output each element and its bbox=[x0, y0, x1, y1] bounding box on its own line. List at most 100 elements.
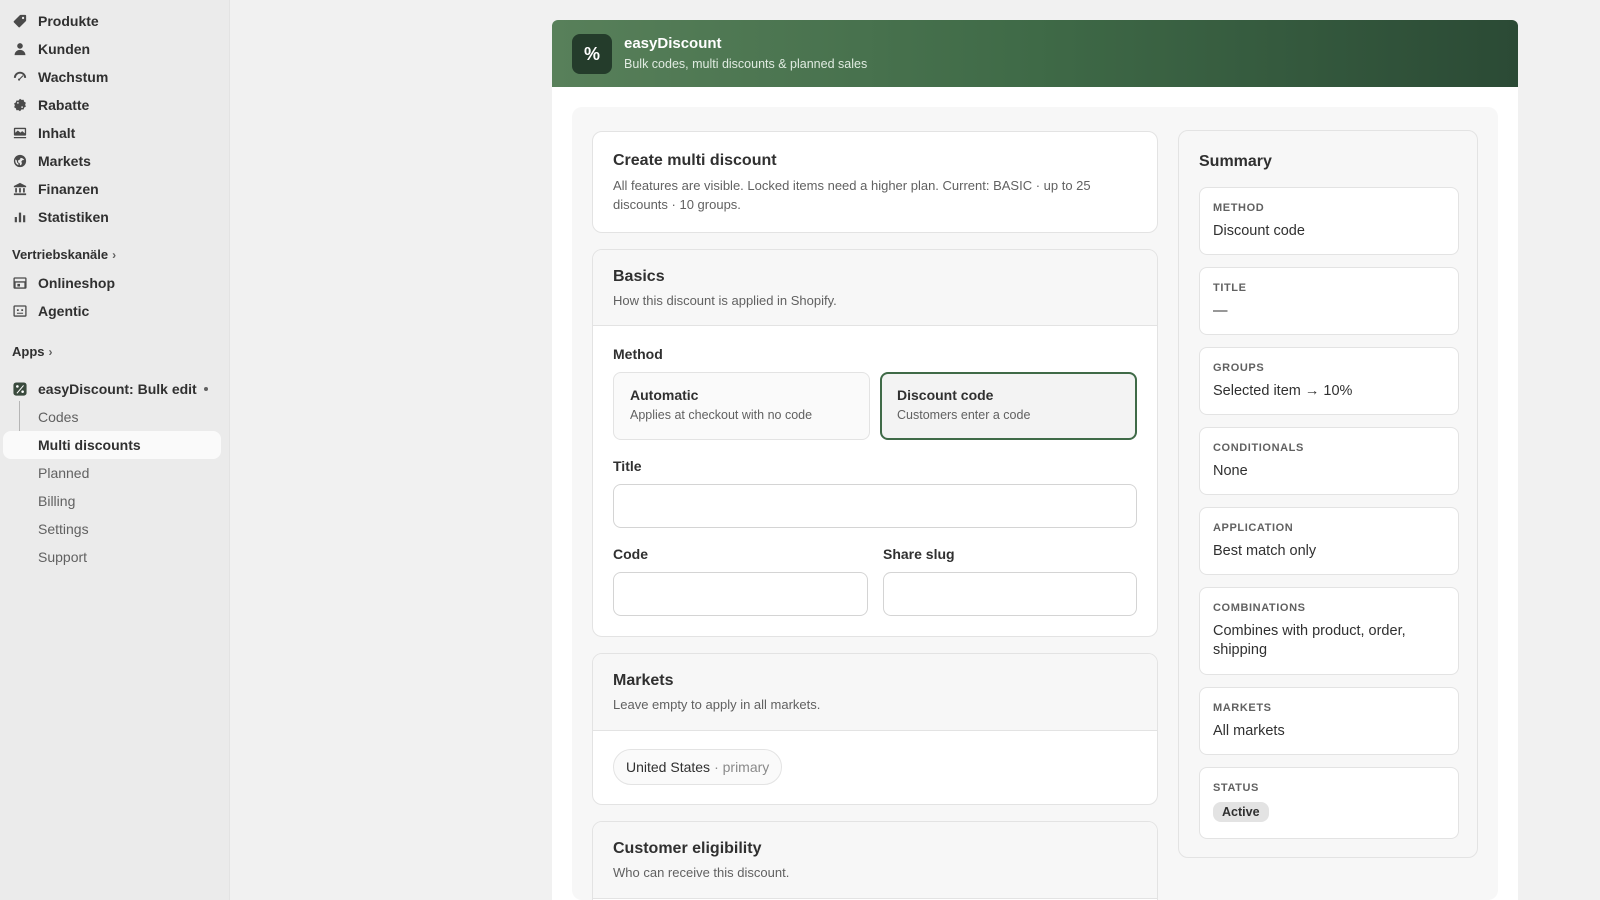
nav-item-products[interactable]: Produkte bbox=[0, 7, 222, 35]
summary-title-item: TITLE — bbox=[1199, 267, 1459, 335]
option-desc: Customers enter a code bbox=[897, 408, 1031, 422]
option-title: Discount code bbox=[897, 387, 994, 403]
globe-icon bbox=[12, 153, 28, 169]
chevron-right-icon: › bbox=[112, 247, 117, 262]
summary-value: Combines with product, order, shipping bbox=[1213, 623, 1406, 658]
method-label: Method bbox=[613, 346, 663, 362]
apps-heading[interactable]: Apps › bbox=[12, 344, 53, 359]
nav-label: Rabatte bbox=[38, 97, 90, 113]
summary-value: Selected item → 10% bbox=[1213, 383, 1353, 399]
summary-value: Discount code bbox=[1213, 223, 1305, 239]
apps-label: Apps bbox=[12, 344, 45, 359]
nav-label: Produkte bbox=[38, 13, 99, 29]
summary-application: APPLICATION Best match only bbox=[1199, 507, 1459, 575]
option-title: Automatic bbox=[630, 387, 699, 403]
eligibility-desc: Who can receive this discount. bbox=[613, 865, 790, 880]
app-subtitle: Bulk codes, multi discounts & planned sa… bbox=[624, 57, 868, 71]
pinned-dot-icon bbox=[204, 387, 208, 391]
discount-icon bbox=[12, 97, 28, 113]
summary-value: Best match only bbox=[1213, 543, 1317, 559]
sub-item-codes[interactable]: Codes bbox=[0, 403, 222, 431]
market-primary-note: · primary bbox=[714, 759, 770, 775]
content-icon bbox=[12, 125, 28, 141]
nav-item-easydiscount-app[interactable]: easyDiscount: Bulk edit bbox=[0, 375, 222, 403]
share-slug-input[interactable] bbox=[883, 572, 1137, 616]
summary-groups: GROUPS Selected item → 10% bbox=[1199, 347, 1459, 415]
nav-item-discounts[interactable]: Rabatte bbox=[0, 91, 222, 119]
nav-label: Finanzen bbox=[38, 181, 99, 197]
summary-key: MARKETS bbox=[1213, 702, 1272, 714]
summary-key: APPLICATION bbox=[1213, 522, 1294, 534]
summary-conditionals: CONDITIONALS None bbox=[1199, 427, 1459, 495]
eligibility-header: Customer eligibility Who can receive thi… bbox=[593, 822, 1157, 899]
basics-title: Basics bbox=[613, 268, 665, 285]
nav-item-content[interactable]: Inhalt bbox=[0, 119, 222, 147]
summary-panel: Summary METHOD Discount code TITLE — GRO… bbox=[1178, 130, 1478, 858]
summary-key: GROUPS bbox=[1213, 362, 1265, 374]
market-name: United States bbox=[626, 759, 711, 775]
code-input[interactable] bbox=[613, 572, 868, 616]
app-header: % easyDiscount Bulk codes, multi discoun… bbox=[552, 20, 1518, 87]
app-title: easyDiscount bbox=[624, 35, 722, 52]
summary-key: TITLE bbox=[1213, 282, 1247, 294]
growth-icon bbox=[12, 69, 28, 85]
summary-method: METHOD Discount code bbox=[1199, 187, 1459, 255]
nav-label: easyDiscount: Bulk edit bbox=[38, 381, 197, 397]
nav-item-analytics[interactable]: Statistiken bbox=[0, 203, 222, 231]
sub-item-billing[interactable]: Billing bbox=[0, 487, 222, 515]
option-desc: Applies at checkout with no code bbox=[630, 408, 813, 422]
basics-desc: How this discount is applied in Shopify. bbox=[613, 293, 837, 308]
summary-markets: MARKETS All markets bbox=[1199, 687, 1459, 755]
nav-label: Statistiken bbox=[38, 209, 109, 225]
app-logo: % bbox=[572, 34, 612, 74]
title-label: Title bbox=[613, 458, 642, 474]
nav-label: Inhalt bbox=[38, 125, 76, 141]
code-label: Code bbox=[613, 546, 648, 562]
markets-title: Markets bbox=[613, 672, 674, 689]
summary-value: — bbox=[1213, 303, 1228, 319]
person-icon bbox=[12, 41, 28, 57]
percent-icon bbox=[12, 381, 28, 397]
markets-card: Markets Leave empty to apply in all mark… bbox=[592, 653, 1158, 805]
status-badge: Active bbox=[1213, 802, 1269, 822]
nav-label: Kunden bbox=[38, 41, 91, 57]
summary-key: CONDITIONALS bbox=[1213, 442, 1304, 454]
sub-item-settings[interactable]: Settings bbox=[0, 515, 222, 543]
sub-item-support[interactable]: Support bbox=[0, 543, 222, 571]
basics-header: Basics How this discount is applied in S… bbox=[593, 250, 1157, 326]
nav-item-customers[interactable]: Kunden bbox=[0, 35, 222, 63]
nav-item-agentic[interactable]: Agentic bbox=[0, 297, 222, 325]
basics-card: Basics How this discount is applied in S… bbox=[592, 249, 1158, 637]
nav-label: Wachstum bbox=[38, 69, 109, 85]
admin-sidebar: Produkte Kunden Wachstum Rabatte Inhalt … bbox=[0, 0, 230, 900]
bar-chart-icon bbox=[12, 209, 28, 225]
page-title: Create multi discount bbox=[613, 152, 777, 169]
nav-label: Agentic bbox=[38, 303, 90, 319]
summary-value: None bbox=[1213, 463, 1248, 479]
plan-description: All features are visible. Locked items n… bbox=[613, 178, 1091, 212]
summary-title: Summary bbox=[1199, 153, 1272, 170]
bank-icon bbox=[12, 181, 28, 197]
nav-item-growth[interactable]: Wachstum bbox=[0, 63, 222, 91]
sub-item-planned[interactable]: Planned bbox=[0, 459, 222, 487]
summary-key: COMBINATIONS bbox=[1213, 602, 1306, 614]
sales-channels-label: Vertriebskanäle bbox=[12, 247, 109, 262]
summary-key: METHOD bbox=[1213, 202, 1265, 214]
nav-label: Onlineshop bbox=[38, 275, 115, 291]
store-icon bbox=[12, 275, 28, 291]
sales-channels-heading[interactable]: Vertriebskanäle › bbox=[12, 247, 116, 262]
method-discount-code-option[interactable]: Discount code Customers enter a code bbox=[880, 372, 1137, 440]
nav-label: Markets bbox=[38, 153, 91, 169]
sub-item-multi-discounts[interactable]: Multi discounts bbox=[3, 431, 221, 459]
market-chip-united-states[interactable]: United States · primary bbox=[613, 749, 783, 785]
summary-key: STATUS bbox=[1213, 782, 1259, 794]
tag-icon bbox=[12, 13, 28, 29]
summary-value: All markets bbox=[1213, 723, 1285, 739]
nav-item-online-store[interactable]: Onlineshop bbox=[0, 269, 222, 297]
nav-item-markets[interactable]: Markets bbox=[0, 147, 222, 175]
share-slug-label: Share slug bbox=[883, 546, 955, 562]
title-input[interactable] bbox=[613, 484, 1137, 528]
method-automatic-option[interactable]: Automatic Applies at checkout with no co… bbox=[613, 372, 870, 440]
eligibility-title: Customer eligibility bbox=[613, 840, 762, 857]
nav-item-finances[interactable]: Finanzen bbox=[0, 175, 222, 203]
